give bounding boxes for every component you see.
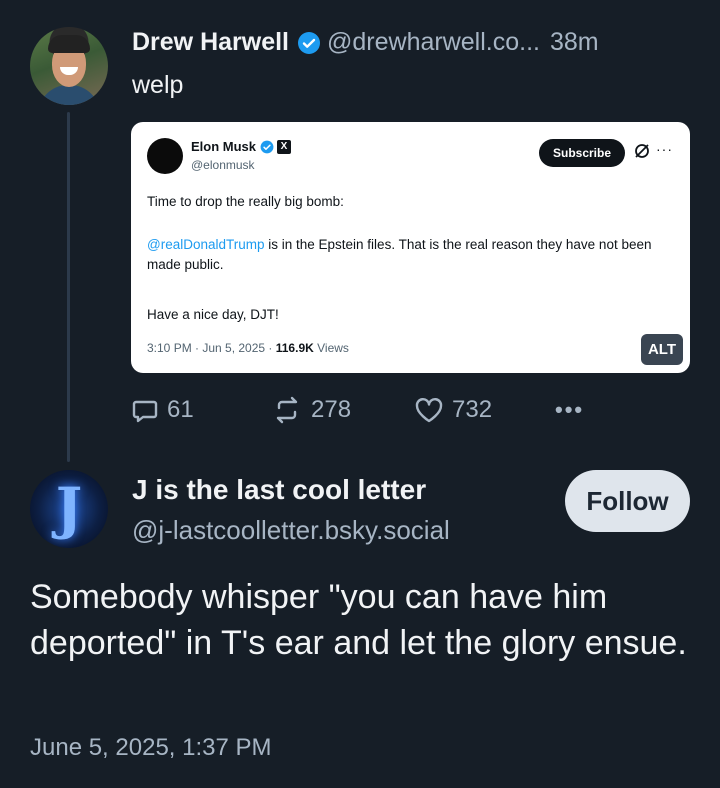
avatar-j-lastcoolletter[interactable]: J (30, 470, 108, 548)
like-count: 732 (452, 396, 493, 423)
embed-text-line2: @realDonaldTrump is in the Epstein files… (147, 235, 672, 275)
alt-badge[interactable]: ALT (641, 334, 683, 365)
like-button[interactable]: 732 (414, 394, 492, 426)
heart-icon (415, 398, 443, 423)
reply-icon (132, 400, 158, 423)
reply-date: June 5, 2025, 1:37 PM (30, 734, 272, 761)
avatar-cap (48, 35, 90, 53)
embed-text-line1: Time to drop the really big bomb: (147, 194, 344, 209)
embed-views-count: 116.9K (275, 341, 314, 355)
embedded-image[interactable]: Elon Musk X @elonmusk Subscribe ··· Time… (131, 122, 690, 373)
follow-button[interactable]: Follow (565, 470, 690, 532)
reply-handle[interactable]: @j-lastcoolletter.bsky.social (132, 515, 450, 546)
reply-button[interactable]: 61 (131, 394, 194, 426)
embed-avatar (147, 138, 183, 174)
verified-badge-icon (298, 31, 321, 54)
reply-author-name[interactable]: J is the last cool letter (132, 474, 426, 506)
post-handle[interactable]: @drewharwell.co... (327, 28, 540, 57)
post-timestamp[interactable]: 38m (550, 28, 599, 57)
embed-subscribe-button: Subscribe (539, 139, 625, 167)
embed-text-line3: Have a nice day, DJT! (147, 307, 279, 322)
embed-more-icon: ··· (656, 141, 673, 157)
embed-meta: 3:10 PM · Jun 5, 2025 · 116.9K Views (147, 341, 349, 355)
embed-handle: @elonmusk (191, 158, 255, 172)
embed-views-label: Views (313, 341, 349, 355)
embed-author-name: Elon Musk (191, 139, 257, 154)
avatar-shirt (38, 85, 100, 105)
repost-count: 278 (311, 396, 352, 423)
post-header: Drew Harwell @drewharwell.co... 38m (132, 28, 599, 57)
more-options-button[interactable]: ••• (555, 394, 584, 426)
post-text: welp (132, 71, 184, 99)
thread-line (67, 112, 70, 462)
repost-button[interactable]: 278 (271, 394, 351, 426)
embed-mention: @realDonaldTrump (147, 237, 265, 252)
post-author-name[interactable]: Drew Harwell (132, 28, 289, 57)
embed-meta-prefix: 3:10 PM · Jun 5, 2025 · (147, 341, 276, 355)
embed-x-logo-icon: X (277, 139, 292, 154)
grok-icon (635, 144, 649, 158)
reply-count: 61 (167, 396, 194, 423)
embed-verified-icon (260, 140, 274, 153)
repost-icon (276, 396, 298, 424)
avatar-drew-harwell[interactable] (30, 27, 108, 105)
avatar-letter: J (55, 476, 83, 542)
embed-author-row: Elon Musk X (191, 139, 292, 154)
reply-text: Somebody whisper "you can have him depor… (30, 578, 687, 662)
